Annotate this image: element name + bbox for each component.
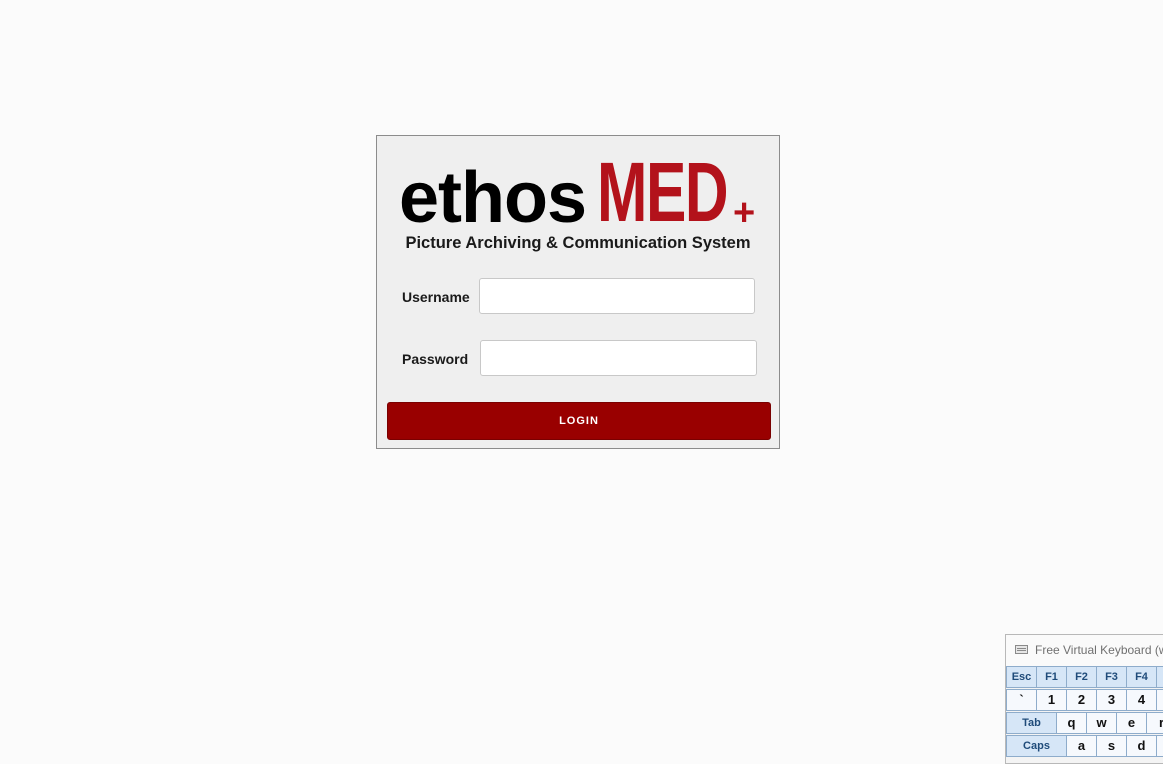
key-f[interactable] [1156, 735, 1163, 757]
username-label: Username [402, 289, 470, 305]
login-panel: ethos MED + Picture Archiving & Communic… [376, 135, 780, 449]
logo-plus-icon: + [733, 192, 756, 234]
key-f2[interactable]: F2 [1066, 666, 1097, 688]
key-e[interactable]: e [1116, 712, 1147, 734]
logo-text-med: MED [597, 145, 729, 239]
login-button[interactable]: LOGIN [387, 402, 771, 440]
key-1[interactable]: 1 [1036, 689, 1067, 711]
key-4[interactable]: 4 [1126, 689, 1157, 711]
virtual-keyboard-window[interactable]: Free Virtual Keyboard (w Esc F1 F2 F3 F4… [1005, 634, 1163, 764]
key-d[interactable]: d [1126, 735, 1157, 757]
key-f1[interactable]: F1 [1036, 666, 1067, 688]
password-label: Password [402, 351, 469, 367]
keyboard-icon [1015, 645, 1028, 654]
username-input[interactable] [479, 278, 755, 314]
key-s[interactable]: s [1096, 735, 1127, 757]
virtual-keyboard-titlebar[interactable]: Free Virtual Keyboard (w [1006, 635, 1163, 666]
key-f3[interactable]: F3 [1096, 666, 1127, 688]
virtual-keyboard-title: Free Virtual Keyboard (w [1035, 643, 1163, 657]
password-input[interactable] [480, 340, 757, 376]
key-2[interactable]: 2 [1066, 689, 1097, 711]
key-5[interactable] [1156, 689, 1163, 711]
app-subtitle: Picture Archiving & Communication System [405, 234, 751, 252]
key-a[interactable]: a [1066, 735, 1097, 757]
key-r[interactable]: r [1146, 712, 1163, 734]
key-caps[interactable]: Caps [1006, 735, 1067, 757]
key-3[interactable]: 3 [1096, 689, 1127, 711]
key-tab[interactable]: Tab [1006, 712, 1057, 734]
ethosmed-logo: ethos MED + [399, 145, 759, 239]
key-esc[interactable]: Esc [1006, 666, 1037, 688]
logo-text-ethos: ethos [399, 158, 587, 238]
key-q[interactable]: q [1056, 712, 1087, 734]
key-backtick[interactable]: ` [1006, 689, 1037, 711]
key-f5[interactable] [1156, 666, 1163, 688]
key-f4[interactable]: F4 [1126, 666, 1157, 688]
key-w[interactable]: w [1086, 712, 1117, 734]
